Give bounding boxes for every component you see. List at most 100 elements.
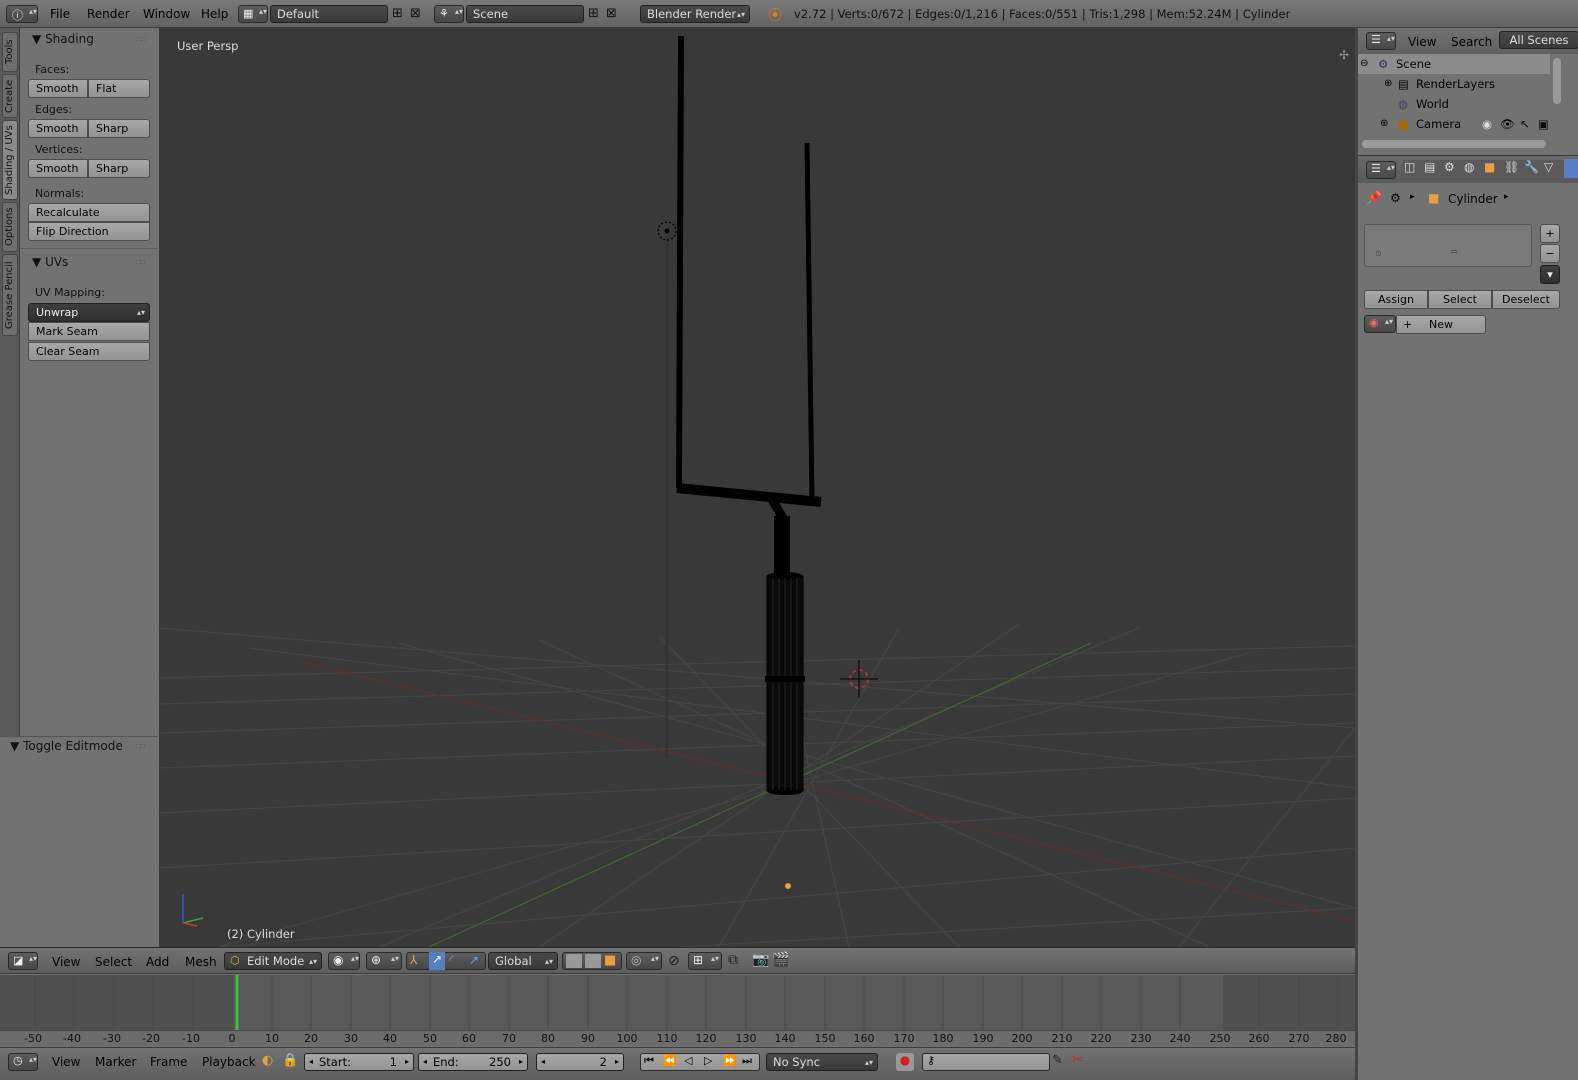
sync-mode-dropdown[interactable]: No Sync ▴▾: [766, 1053, 878, 1071]
render-engine-dropdown[interactable]: Blender Render ▴▾: [640, 5, 750, 23]
new-material-button[interactable]: + New: [1396, 315, 1486, 334]
list-resize-icon[interactable]: ⊙: [1375, 249, 1382, 258]
expand-icon[interactable]: ⊕: [1384, 74, 1392, 94]
opengl-render-image-icon[interactable]: 📷: [752, 952, 769, 968]
jump-to-end-icon[interactable]: ⏭: [742, 1054, 752, 1068]
preview-range-icon[interactable]: ◐: [262, 1053, 273, 1068]
menu-view[interactable]: View: [52, 1055, 80, 1069]
tab-create[interactable]: Create: [2, 74, 18, 118]
screen-layout-selector[interactable]: ▦ ▴▾: [238, 5, 268, 23]
menu-marker[interactable]: Marker: [95, 1055, 136, 1069]
play-icon[interactable]: ▷: [704, 1054, 712, 1067]
snap-toggle-icon[interactable]: ⊘: [668, 953, 680, 969]
object-tab-icon[interactable]: ■: [1484, 160, 1495, 174]
jump-to-keyframe-forward-icon[interactable]: ⏩: [723, 1054, 737, 1067]
menu-search[interactable]: Search: [1451, 35, 1492, 49]
toggle-editmode-header[interactable]: ▼ Toggle Editmode: [10, 739, 123, 753]
flip-direction-button[interactable]: Flip Direction: [28, 222, 150, 241]
proportional-edit-dropdown[interactable]: ◎ ▴▾: [626, 952, 662, 970]
menu-select[interactable]: Select: [95, 955, 132, 969]
play-reverse-icon[interactable]: ◁: [684, 1054, 692, 1067]
editor-type-timeline-button[interactable]: ◷ ▴▾: [8, 1053, 38, 1071]
outliner-row-renderlayers[interactable]: ⊕ ▤ RenderLayers: [1358, 74, 1550, 94]
drag-handle-icon[interactable]: ∷∷: [136, 258, 145, 267]
camera-data-icon[interactable]: ◉: [1482, 114, 1492, 134]
material-slot-list[interactable]: ⊙ ═: [1364, 224, 1532, 267]
menu-help[interactable]: Help: [201, 7, 228, 21]
viewport-shading-dropdown[interactable]: ◉ ▴▾: [328, 952, 360, 970]
record-keyframes-icon[interactable]: ●: [896, 1053, 914, 1071]
menu-view[interactable]: View: [52, 955, 80, 969]
uvs-panel-header[interactable]: ▼ UVs: [32, 255, 68, 269]
increment-arrow-icon[interactable]: ▸: [519, 1054, 523, 1069]
render-layers-tab-icon[interactable]: ▤: [1424, 160, 1435, 174]
outliner-row-scene[interactable]: ⊖ ⚙ Scene: [1358, 54, 1550, 74]
clear-seam-button[interactable]: Clear Seam: [28, 342, 150, 361]
jump-to-start-icon[interactable]: ⏮: [644, 1054, 654, 1068]
delete-layout-icon[interactable]: ⊠: [410, 6, 424, 22]
editor-type-3dview-button[interactable]: ◪ ▴▾: [8, 952, 38, 970]
browse-material-dropdown[interactable]: ◉ ▴▾: [1364, 315, 1396, 333]
viewport-expand-icon[interactable]: ✢: [1339, 48, 1349, 62]
selectability-cursor-icon[interactable]: ↖: [1520, 114, 1530, 134]
select-button[interactable]: Select: [1428, 290, 1492, 309]
faces-smooth-button[interactable]: Smooth: [28, 79, 88, 98]
modifiers-tab-icon[interactable]: 🔧: [1524, 160, 1539, 174]
scale-manipulator-icon[interactable]: ↗: [469, 953, 479, 967]
render-tab-icon[interactable]: ◫: [1404, 160, 1415, 174]
increment-arrow-icon[interactable]: ▸: [405, 1054, 409, 1069]
mark-seam-button[interactable]: Mark Seam: [28, 322, 150, 341]
slot-specials-dropdown[interactable]: ▾: [1540, 265, 1560, 284]
opengl-render-animation-icon[interactable]: 🎬: [772, 952, 789, 968]
frame-ruler[interactable]: -50 -40 -30 -20 -10 0 10 20 30 40 50 60 …: [0, 1030, 1356, 1046]
visibility-eye-icon[interactable]: 👁: [1500, 114, 1515, 134]
transform-orientation-dropdown[interactable]: Global ▴▾: [488, 952, 558, 970]
menu-add[interactable]: Add: [146, 955, 169, 969]
tab-tools[interactable]: Tools: [2, 32, 18, 72]
constraints-tab-icon[interactable]: ⛓: [1504, 160, 1519, 174]
tab-options[interactable]: Options: [2, 202, 18, 252]
timeline-area[interactable]: [0, 975, 1356, 1030]
delete-keyframe-icon[interactable]: ✂: [1072, 1053, 1083, 1068]
translate-manipulator-icon[interactable]: ↗: [429, 952, 445, 970]
scene-tab-icon[interactable]: ⚙: [1444, 160, 1455, 174]
menu-mesh[interactable]: Mesh: [185, 955, 217, 969]
start-frame-field[interactable]: ◂ Start: 1 ▸: [304, 1053, 414, 1071]
vertices-smooth-button[interactable]: Smooth: [28, 159, 88, 178]
edges-smooth-button[interactable]: Smooth: [28, 119, 88, 138]
pivot-point-dropdown[interactable]: ⊕ ▴▾: [366, 952, 402, 970]
drag-handle-icon[interactable]: ∷∷: [136, 742, 145, 751]
data-tab-icon[interactable]: ▽: [1544, 160, 1553, 174]
rotate-manipulator-icon[interactable]: ◜: [449, 953, 454, 967]
edges-sharp-button[interactable]: Sharp: [88, 119, 150, 138]
edge-select-icon[interactable]: [585, 954, 601, 968]
current-frame-field[interactable]: ◂ 2 ▸: [536, 1053, 624, 1071]
display-mode-dropdown[interactable]: All Scenes: [1499, 31, 1578, 49]
increment-arrow-icon[interactable]: ▸: [615, 1054, 619, 1069]
collapse-icon[interactable]: ⊖: [1360, 54, 1368, 74]
3d-viewport[interactable]: User Persp (2) Cylinder ✢: [159, 28, 1355, 947]
end-frame-field[interactable]: ◂ End: 250 ▸: [418, 1053, 528, 1071]
renderability-camera-icon[interactable]: ▣: [1538, 114, 1549, 134]
vertex-select-icon[interactable]: [566, 954, 582, 968]
assign-button[interactable]: Assign: [1364, 290, 1428, 309]
expand-icon[interactable]: ⊕: [1380, 114, 1388, 134]
deselect-button[interactable]: Deselect: [1492, 290, 1560, 309]
tab-shading-uvs[interactable]: Shading / UVs: [2, 120, 18, 200]
drag-handle-icon[interactable]: ∷∷: [136, 35, 145, 44]
menu-window[interactable]: Window: [143, 7, 190, 21]
vertices-sharp-button[interactable]: Sharp: [88, 159, 150, 178]
vertical-scrollbar[interactable]: [1553, 58, 1561, 104]
menu-view[interactable]: View: [1408, 35, 1436, 49]
snap-element-dropdown[interactable]: ⊞ ▴▾: [688, 952, 722, 970]
decrement-arrow-icon[interactable]: ◂: [309, 1054, 313, 1069]
list-grip-icon[interactable]: ═: [1451, 247, 1457, 258]
manipulator-toggle-icon[interactable]: ⅄: [410, 953, 417, 967]
recalculate-button[interactable]: Recalculate: [28, 203, 150, 222]
occlude-geometry-icon[interactable]: ⧉: [728, 952, 738, 968]
editor-type-info-button[interactable]: ⓘ ▴▾: [6, 5, 38, 23]
decrement-arrow-icon[interactable]: ◂: [423, 1054, 427, 1069]
editor-type-properties-button[interactable]: ☰ ▴▾: [1366, 161, 1396, 179]
scene-name-field[interactable]: Scene: [466, 5, 584, 23]
outliner-row-world[interactable]: ◍ World: [1358, 94, 1550, 114]
